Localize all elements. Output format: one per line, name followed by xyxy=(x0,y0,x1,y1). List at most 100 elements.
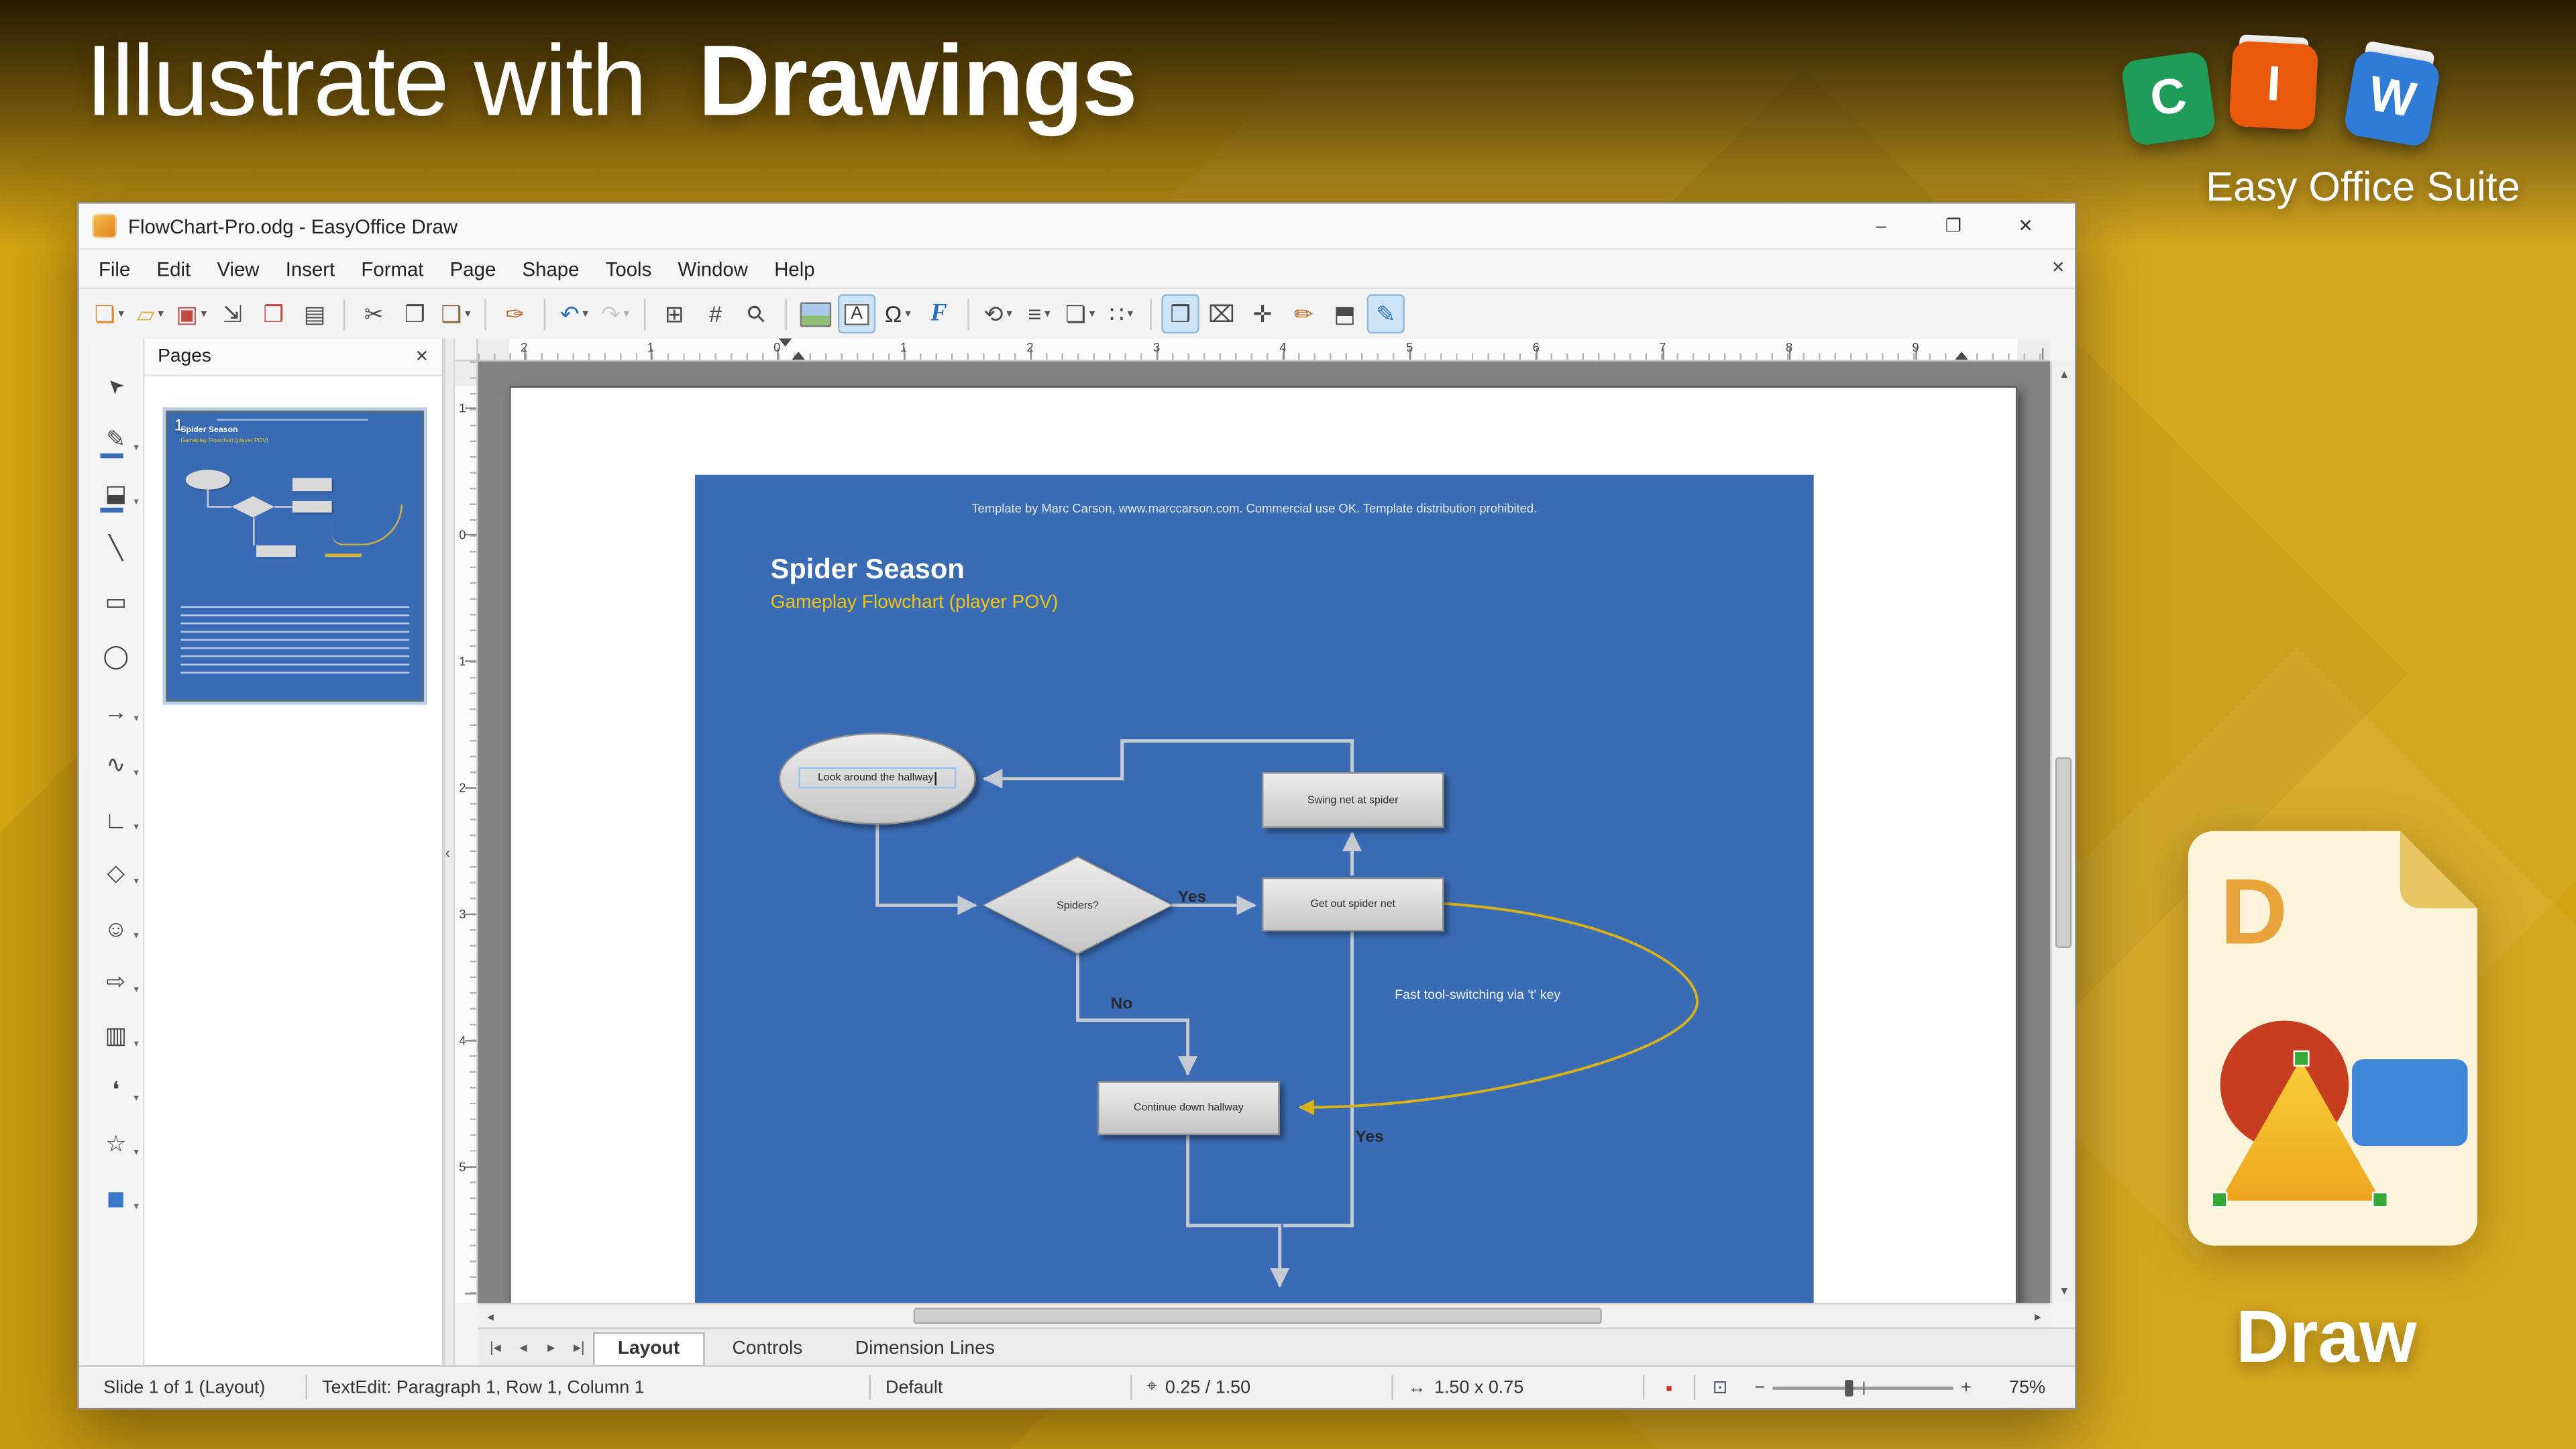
distribution-icon[interactable]: ∷▾ xyxy=(1102,294,1140,333)
export-pdf-icon[interactable]: ❐ xyxy=(255,294,292,333)
rectangle-tool-icon[interactable]: ▭ xyxy=(91,575,140,629)
open-icon[interactable]: ▱▾ xyxy=(131,294,169,333)
vertical-scroll-thumb[interactable] xyxy=(2055,757,2072,949)
tab-controls[interactable]: Controls xyxy=(708,1332,827,1365)
connector[interactable] xyxy=(1283,932,1352,1226)
fill-color-dropdown-icon[interactable]: ▾ xyxy=(134,496,139,508)
undo-icon[interactable]: ↶▾ xyxy=(555,294,593,333)
arrange-icon[interactable]: ❏▾ xyxy=(1061,294,1099,333)
shadow-icon[interactable]: ❒ xyxy=(1161,294,1199,333)
fill-color-tool-icon[interactable]: ⬓▾ xyxy=(91,467,140,521)
insert-image-icon[interactable] xyxy=(797,294,835,333)
previous-page-icon[interactable]: ◂ xyxy=(509,1338,537,1356)
new-document-dropdown-icon[interactable]: ▾ xyxy=(118,307,124,321)
zoom-icon[interactable]: ⚲ xyxy=(738,294,775,333)
page-thumbnail[interactable]: Spider Season Gameplay Flowchart (player… xyxy=(166,411,423,701)
snap-guides-icon[interactable]: # xyxy=(696,294,734,333)
menu-help[interactable]: Help xyxy=(761,252,828,285)
3d-objects-dropdown-icon[interactable]: ▾ xyxy=(134,1201,139,1212)
flowchart-shapes-dropdown-icon[interactable]: ▾ xyxy=(134,1038,139,1050)
menu-tools[interactable]: Tools xyxy=(592,252,665,285)
save-icon[interactable]: ▣▾ xyxy=(172,294,210,333)
horizontal-scroll-thumb[interactable] xyxy=(914,1307,1602,1324)
panel-splitter[interactable] xyxy=(443,338,455,1365)
paste-dropdown-icon[interactable]: ▾ xyxy=(465,307,471,321)
export-icon[interactable]: ⇲ xyxy=(213,294,251,333)
arrange-dropdown-icon[interactable]: ▾ xyxy=(1089,307,1095,321)
callout-shapes-tool-icon[interactable]: ❛▾ xyxy=(91,1063,140,1117)
new-document-icon[interactable]: ❏▾ xyxy=(91,294,128,333)
scroll-right-icon[interactable]: ▸ xyxy=(2026,1303,2051,1328)
scroll-down-icon[interactable]: ▾ xyxy=(2052,1278,2077,1303)
menu-format[interactable]: Format xyxy=(348,252,437,285)
redo-icon[interactable]: ↷▾ xyxy=(596,294,634,333)
close-button[interactable]: ✕ xyxy=(1990,205,2062,248)
menu-edit[interactable]: Edit xyxy=(144,252,204,285)
insert-line-tool-icon[interactable]: ╲ xyxy=(91,521,140,575)
menu-view[interactable]: View xyxy=(204,252,272,285)
stars-and-banners-dropdown-icon[interactable]: ▾ xyxy=(134,1146,139,1158)
save-dropdown-icon[interactable]: ▾ xyxy=(201,307,207,321)
symbol-shapes-tool-icon[interactable]: ☺▾ xyxy=(91,900,140,955)
next-page-icon[interactable]: ▸ xyxy=(537,1338,566,1356)
show-draw-functions-icon[interactable]: ✎ xyxy=(1367,294,1405,333)
flowchart-swing-box[interactable]: Swing net at spider xyxy=(1262,772,1444,828)
vertical-ruler[interactable]: 1012345 xyxy=(455,362,478,1303)
basic-shapes-dropdown-icon[interactable]: ▾ xyxy=(134,875,139,887)
block-arrows-tool-icon[interactable]: ⇨▾ xyxy=(91,955,140,1009)
stars-and-banners-tool-icon[interactable]: ☆▾ xyxy=(91,1117,140,1171)
slide-background[interactable]: Template by Marc Carson, www.marccarson.… xyxy=(695,475,1814,1303)
close-document-icon[interactable]: ✕ xyxy=(2051,260,2065,278)
status-page-style[interactable]: Default xyxy=(871,1377,1130,1397)
line-color-dropdown-icon[interactable]: ▾ xyxy=(134,442,139,453)
horizontal-scrollbar[interactable]: ◂ ▸ xyxy=(478,1303,2051,1328)
print-direct-icon[interactable]: ▤ xyxy=(296,294,333,333)
cut-icon[interactable]: ✂ xyxy=(355,294,392,333)
last-page-icon[interactable]: ▸| xyxy=(565,1338,593,1356)
3d-objects-tool-icon[interactable]: ◼▾ xyxy=(91,1171,140,1226)
horizontal-scroll-track[interactable] xyxy=(502,1304,2025,1327)
block-arrows-dropdown-icon[interactable]: ▾ xyxy=(134,984,139,996)
toggle-extrusion-icon[interactable]: ⬒ xyxy=(1326,294,1363,333)
menu-shape[interactable]: Shape xyxy=(509,252,592,285)
transformations-dropdown-icon[interactable]: ▾ xyxy=(1006,307,1012,321)
first-page-icon[interactable]: |◂ xyxy=(482,1338,510,1356)
zoom-percentage[interactable]: 75% xyxy=(1981,1377,2060,1397)
zoom-out-button[interactable]: − xyxy=(1755,1377,1766,1397)
vertical-scrollbar[interactable]: ▴ ▾ xyxy=(2050,362,2075,1303)
align-objects-icon[interactable]: ≡▾ xyxy=(1020,294,1058,333)
text-edit-box[interactable]: Look around the hallway xyxy=(798,767,956,789)
copy-icon[interactable]: ❐ xyxy=(396,294,433,333)
curves-and-polygons-tool-icon[interactable]: ∿▾ xyxy=(91,738,140,792)
fontwork-icon[interactable]: F xyxy=(920,294,957,333)
clone-formatting-icon[interactable]: ✑ xyxy=(496,294,534,333)
curves-and-polygons-dropdown-icon[interactable]: ▾ xyxy=(134,767,139,779)
flowchart-shapes-tool-icon[interactable]: ▥▾ xyxy=(91,1009,140,1063)
zoom-slider-thumb[interactable] xyxy=(1845,1379,1853,1395)
connector[interactable] xyxy=(1078,955,1188,1075)
menu-insert[interactable]: Insert xyxy=(272,252,348,285)
scroll-up-icon[interactable]: ▴ xyxy=(2052,362,2077,386)
horizontal-ruler[interactable]: 210123456789 xyxy=(478,338,2051,361)
maximize-button[interactable]: ❐ xyxy=(1917,205,1990,248)
lines-and-arrows-dropdown-icon[interactable]: ▾ xyxy=(134,713,139,724)
insert-text-box-icon[interactable]: A xyxy=(838,294,875,333)
zoom-in-button[interactable]: + xyxy=(1961,1377,1972,1397)
transformations-icon[interactable]: ⟲▾ xyxy=(979,294,1017,333)
ellipse-tool-icon[interactable]: ◯ xyxy=(91,629,140,684)
undo-dropdown-icon[interactable]: ▾ xyxy=(582,307,588,321)
display-grid-icon[interactable]: ⊞ xyxy=(655,294,693,333)
yellow-curve-connector[interactable] xyxy=(1299,904,1697,1108)
edit-points-icon[interactable]: ✛ xyxy=(1244,294,1281,333)
indent-marker[interactable] xyxy=(1955,345,1968,360)
fit-slide-button[interactable]: ⊡ xyxy=(1695,1377,1744,1398)
flowchart-decision-diamond[interactable]: Spiders? xyxy=(982,856,1173,955)
menu-file[interactable]: File xyxy=(85,252,144,285)
menu-page[interactable]: Page xyxy=(437,252,509,285)
title-bar[interactable]: FlowChart-Pro.odg - EasyOffice Draw – ❐ … xyxy=(79,204,2076,250)
document-canvas[interactable]: Template by Marc Carson, www.marccarson.… xyxy=(478,362,2051,1303)
open-dropdown-icon[interactable]: ▾ xyxy=(158,307,164,321)
drawing-page[interactable]: Template by Marc Carson, www.marccarson.… xyxy=(509,386,2017,1303)
zoom-slider-track[interactable] xyxy=(1774,1377,1953,1397)
special-character-icon[interactable]: Ω▾ xyxy=(879,294,916,333)
